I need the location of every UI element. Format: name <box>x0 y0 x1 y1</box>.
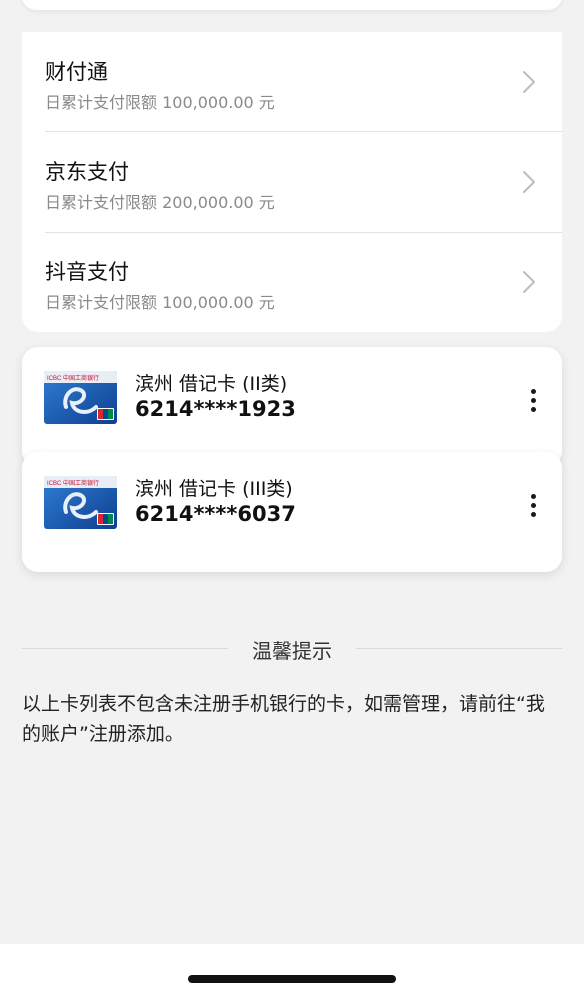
card-logo-text: ICBC 中国工商银行 <box>47 374 99 382</box>
more-options-icon[interactable] <box>526 494 540 524</box>
bank-card-number: 6214****6037 <box>135 502 296 526</box>
payment-row-jdpay[interactable]: 京东支付 日累计支付限额 200,000.00 元 <box>22 132 562 232</box>
more-options-icon[interactable] <box>526 389 540 419</box>
bank-card-logo: ICBC 中国工商银行 <box>44 476 117 529</box>
bank-card-item[interactable]: ICBC 中国工商银行 滨州 借记卡 (III类) 6214****6037 <box>22 452 562 572</box>
home-indicator[interactable] <box>188 975 396 983</box>
payment-limit: 日累计支付限额 100,000.00 元 <box>45 293 275 312</box>
notice-body: 以上卡列表不包含未注册手机银行的卡，如需管理，请前往“我的账户”注册添加。 <box>22 693 545 745</box>
chevron-right-icon <box>523 171 535 193</box>
card-logo-text: ICBC 中国工商银行 <box>47 479 99 487</box>
chevron-right-icon <box>523 71 535 93</box>
bank-card-name: 滨州 借记卡 (II类) <box>135 373 288 395</box>
notice-divider-right <box>356 648 562 649</box>
payment-name: 京东支付 <box>45 160 129 184</box>
bank-card-logo: ICBC 中国工商银行 <box>44 371 117 424</box>
payment-limit: 日累计支付限额 200,000.00 元 <box>45 193 275 212</box>
icbc-card-icon: ICBC 中国工商银行 <box>44 476 117 529</box>
payment-name: 抖音支付 <box>45 260 129 284</box>
bank-card-item[interactable]: ICBC 中国工商银行 滨州 借记卡 (II类) 6214****1923 <box>22 347 562 467</box>
payment-methods-card: 财付通 日累计支付限额 100,000.00 元 京东支付 日累计支付限额 20… <box>22 32 562 332</box>
payment-limit: 日累计支付限额 100,000.00 元 <box>45 93 275 112</box>
payment-name: 财付通 <box>45 60 108 84</box>
chevron-right-icon <box>523 271 535 293</box>
bank-card-name: 滨州 借记卡 (III类) <box>135 478 293 500</box>
previous-card-edge <box>22 0 562 10</box>
bank-card-number: 6214****1923 <box>135 397 296 421</box>
payment-row-douyinpay[interactable]: 抖音支付 日累计支付限额 100,000.00 元 <box>22 232 562 332</box>
payment-row-tenpay[interactable]: 财付通 日累计支付限额 100,000.00 元 <box>22 32 562 132</box>
icbc-card-icon: ICBC 中国工商银行 <box>44 371 117 424</box>
notice-title: 温馨提示 <box>252 639 332 663</box>
bottom-safe-area <box>0 944 584 994</box>
